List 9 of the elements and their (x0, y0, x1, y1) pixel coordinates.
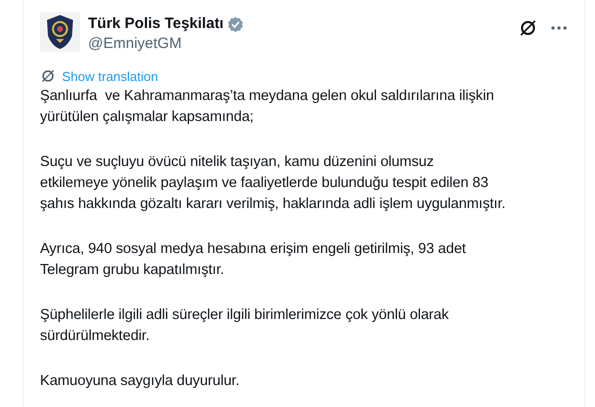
post-paragraph: Şanlıurfa ve Kahramanmaraş’ta meydana gelen okul saldırılarına ilişkin yürütülen çalışmalar kapsamında; (40, 87, 495, 127)
post-paragraph: Kamuoyuna saygıyla duyurulur. (40, 372, 240, 391)
post-paragraph: Suçu ve suçluyu övücü nitelik taşıyan, kamu düzenini olumsuz etkilemeye yönelik paylaşım ve faaliyetlerde bulunduğu tespit edilen 83 şahıs hakkında gözaltı kararı verilmiş, haklarında adli işlem uygulanmıştır. (40, 153, 506, 214)
post-paragraph: Şüphelilerle ilgili adli süreçler ilgili birimlerimizce çok yönlü olarak sürdürülmektedir. (40, 306, 450, 346)
account-handle[interactable]: @EmniyetGM (88, 34, 510, 54)
police-badge-avatar[interactable] (40, 12, 80, 52)
post-paragraph: Ayrıca, 940 sosyal medya hesabına erişim engeli getirilmiş, 93 adet Telegram grubu kapatılmıştır. (40, 240, 467, 280)
more-icon[interactable] (550, 25, 568, 31)
account-name[interactable]: Türk Polis Teşkilatı (88, 14, 224, 34)
